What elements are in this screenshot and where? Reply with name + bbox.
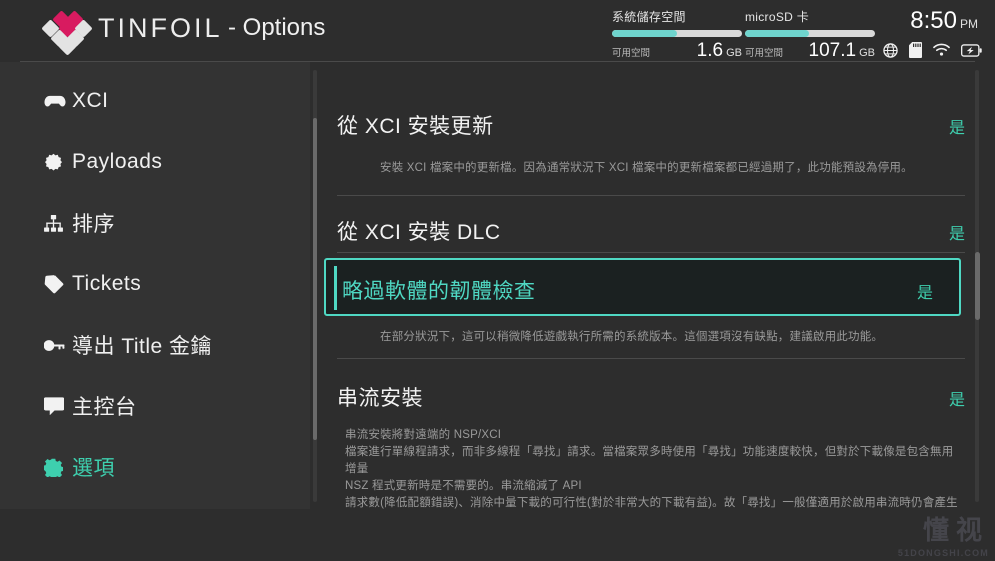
option-title: 從 XCI 安裝 DLC [337, 221, 501, 244]
sidebar-item-label: 選項 [72, 457, 115, 480]
main-scrollbar-thumb[interactable] [975, 252, 980, 320]
sidebar-item-label: 排序 [72, 213, 115, 236]
sidebar-item-options[interactable]: 選項 [44, 450, 115, 484]
sidebar-nav: XCI Payloads 排序 Tickets 導出 Title 金鑰 主控台 … [0, 62, 310, 509]
wifi-icon [933, 43, 950, 57]
sd-storage-bar [745, 30, 875, 37]
system-free-unit: GB [726, 47, 742, 59]
key-icon [44, 339, 72, 352]
option-description: 安裝 XCI 檔案中的更新檔。因為通常狀況下 XCI 檔案中的更新檔案都已經過期… [380, 162, 913, 174]
sidebar-item-label: 導出 Title 金鑰 [72, 335, 213, 358]
sidebar-item-payloads[interactable]: Payloads [44, 145, 162, 179]
option-description: 在部分狀況下，這可以稍微降低遊戲執行所需的系統版本。這個選項沒有缺點，建議啟用此… [380, 331, 884, 343]
payload-icon [44, 153, 72, 172]
sidebar-item-export-title-keys[interactable]: 導出 Title 金鑰 [44, 328, 212, 362]
system-storage-fill [612, 30, 677, 37]
option-divider [337, 358, 965, 359]
option-value[interactable]: 是 [949, 114, 965, 138]
option-divider [337, 252, 965, 253]
sd-storage-fill [745, 30, 809, 37]
tinfoil-logo [41, 10, 93, 56]
page-title: - Options [228, 14, 326, 41]
tinfoil-options-screen: TINFOIL - Options 系統儲存空間 可用空間 1.6 GB mic… [0, 0, 995, 561]
option-description: 串流安裝將對遠端的 NSP/XCI 檔案進行單線程請求，而非多線程「尋找」請求。… [345, 429, 958, 509]
sidebar-item-label: XCI [72, 89, 109, 112]
footer-bar: B 返回 [0, 509, 995, 561]
console-icon [44, 397, 72, 415]
sd-card-icon [909, 42, 922, 58]
sidebar-item-xci[interactable]: XCI [44, 84, 109, 118]
option-value[interactable]: 是 [917, 279, 933, 303]
sidebar-item-console[interactable]: 主控台 [44, 389, 137, 423]
status-icon-tray [883, 42, 982, 58]
gear-icon [44, 458, 72, 477]
option-title: 串流安裝 [337, 387, 423, 410]
system-free-amount: 1.6 [696, 40, 724, 61]
option-value[interactable]: 是 [949, 386, 965, 410]
system-storage-widget: 系統儲存空間 可用空間 1.6 GB [612, 8, 742, 60]
sitemap-icon [44, 214, 72, 232]
gamepad-icon [44, 93, 72, 109]
sidebar-item-sort[interactable]: 排序 [44, 206, 115, 240]
globe-icon [883, 42, 898, 58]
option-title: 從 XCI 安裝更新 [337, 115, 494, 138]
clock: 8:50 PM [910, 9, 978, 33]
sd-storage-label: microSD 卡 [745, 10, 810, 24]
option-row-skip-firmware-check[interactable]: 略過軟體的韌體檢查 是 [324, 258, 961, 316]
sidebar-item-label: 主控台 [72, 396, 137, 419]
sidebar-item-label: Payloads [72, 150, 163, 173]
sidebar-item-label: Tickets [72, 272, 142, 295]
header-bar: TINFOIL - Options 系統儲存空間 可用空間 1.6 GB mic… [0, 0, 995, 62]
option-divider [337, 195, 965, 196]
app-brand-name: TINFOIL [98, 13, 223, 43]
selection-accent-bar [334, 266, 337, 310]
system-storage-bar [612, 30, 742, 37]
sd-free-amount: 107.1 [808, 40, 857, 61]
option-value[interactable]: 是 [949, 220, 965, 244]
option-title: 略過軟體的韌體檢查 [342, 280, 536, 303]
sd-free-unit: GB [859, 47, 875, 59]
sidebar-item-tickets[interactable]: Tickets [44, 267, 141, 301]
options-list: 從 XCI 安裝更新 是 安裝 XCI 檔案中的更新檔。因為通常狀況下 XCI … [320, 62, 995, 509]
system-free-label: 可用空間 [612, 48, 651, 59]
system-storage-label: 系統儲存空間 [612, 10, 686, 24]
clock-time: 8:50 [910, 7, 957, 34]
ticket-icon [44, 274, 72, 294]
sidebar-scrollbar-thumb[interactable] [313, 118, 317, 440]
clock-ampm: PM [960, 17, 978, 31]
sd-free-label: 可用空間 [745, 48, 784, 59]
battery-charging-icon [961, 43, 982, 57]
sd-storage-widget: microSD 卡 可用空間 107.1 GB [745, 8, 875, 60]
